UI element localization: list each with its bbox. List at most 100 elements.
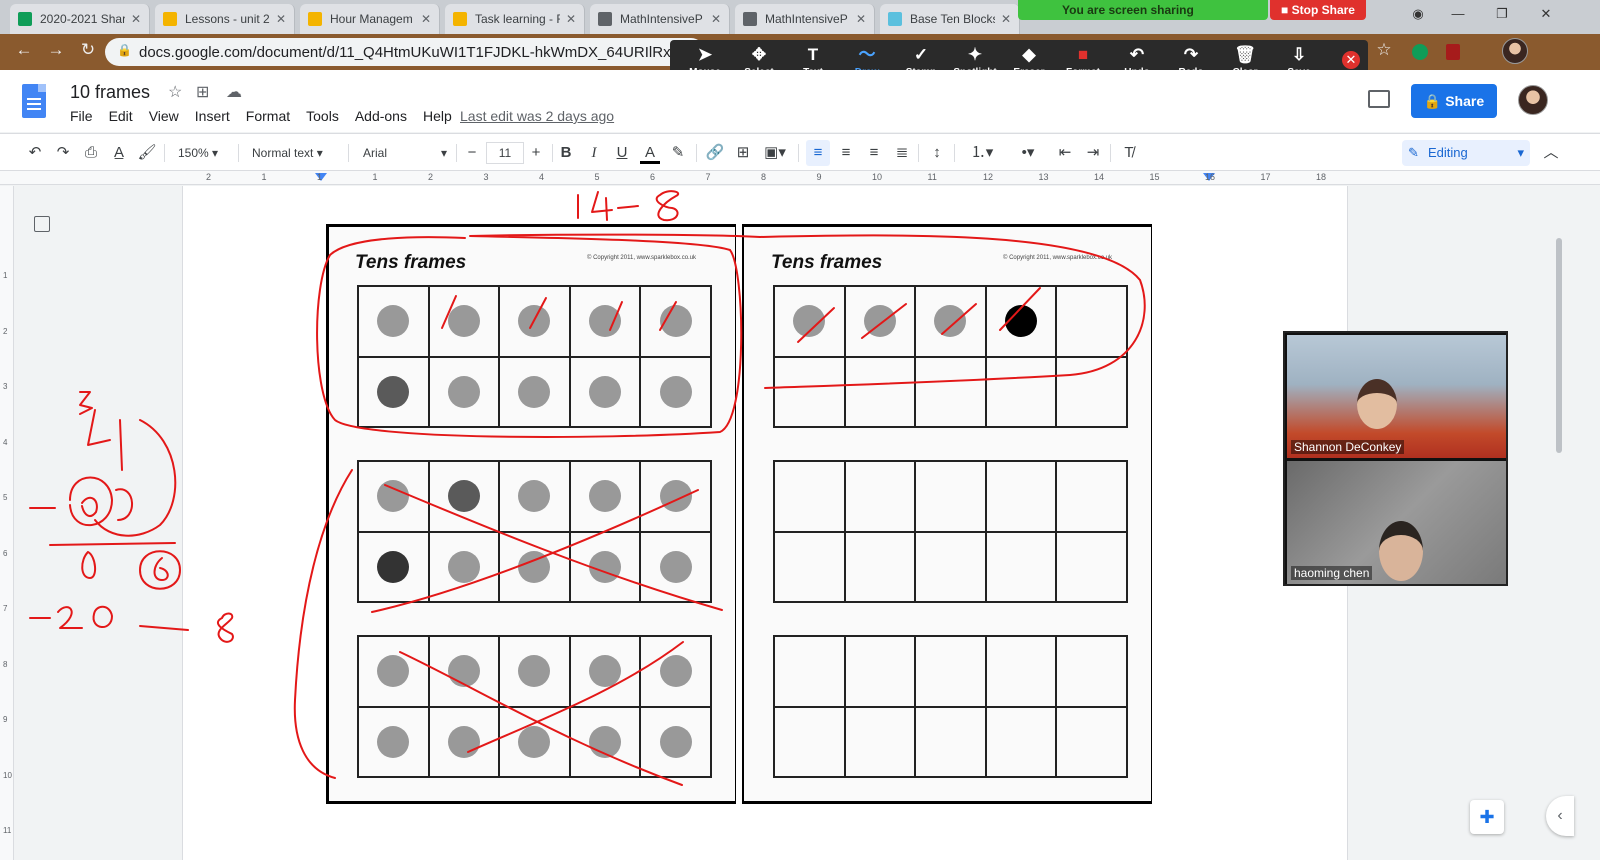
back-icon[interactable]: ←: [12, 40, 36, 64]
clear-formatting-icon[interactable]: T̸: [1118, 142, 1140, 164]
share-button[interactable]: 🔒 Share: [1411, 84, 1497, 118]
profile-dropdown-icon[interactable]: ◉: [1400, 6, 1436, 28]
browser-tab[interactable]: MathIntensiveP ✕: [590, 4, 730, 34]
move-folder-icon[interactable]: ⊞: [196, 82, 209, 102]
align-right-icon[interactable]: ≡: [864, 142, 884, 164]
ublock-icon[interactable]: [1446, 44, 1460, 60]
increase-indent-icon[interactable]: ⇥: [1082, 142, 1104, 164]
tab-close-icon[interactable]: ✕: [1001, 12, 1011, 26]
frame-cell: [915, 461, 986, 532]
tab-close-icon[interactable]: ✕: [421, 12, 431, 26]
close-annotation-icon[interactable]: ✕: [1342, 51, 1360, 69]
browser-tab[interactable]: Task learning - F ✕: [445, 4, 585, 34]
reload-icon[interactable]: ↻: [76, 40, 100, 64]
horizontal-ruler[interactable]: 2 1 1 1 2 3 4 5 6 7 8 9 10 11 12 13 14 15 16 17 18: [0, 171, 1600, 185]
tab-close-icon[interactable]: ✕: [131, 12, 141, 26]
style-select[interactable]: Normal text ▾: [252, 142, 342, 164]
close-window-icon[interactable]: ✕: [1528, 6, 1564, 28]
bulleted-list-icon[interactable]: •▾: [1008, 142, 1048, 164]
menu-tools[interactable]: Tools: [298, 108, 347, 124]
tab-close-icon[interactable]: ✕: [276, 12, 286, 26]
redo-icon[interactable]: ↷: [52, 142, 74, 164]
ten-frame-right-2: [773, 460, 1128, 603]
justify-icon[interactable]: ≣: [892, 142, 912, 164]
underline-button[interactable]: U: [612, 142, 632, 164]
restore-icon[interactable]: ❐: [1484, 6, 1520, 28]
editing-mode-select[interactable]: ✎ Editing ▾: [1402, 140, 1530, 166]
ten-frame-right-3: [773, 635, 1128, 778]
tab-label: Base Ten Blocks: [910, 12, 995, 26]
frame-cell: [1056, 356, 1127, 427]
last-edit-link[interactable]: Last edit was 2 days ago: [460, 108, 614, 124]
numbered-list-icon[interactable]: ⒈▾: [962, 142, 1002, 164]
spellcheck-icon[interactable]: A̲: [108, 142, 130, 164]
counter-dot: [1005, 305, 1038, 338]
browser-tab[interactable]: Hour Managem ✕: [300, 4, 440, 34]
font-select[interactable]: Arial ▾: [363, 142, 453, 164]
menu-format[interactable]: Format: [238, 108, 298, 124]
browser-tab[interactable]: MathIntensiveP ✕: [735, 4, 875, 34]
font-size-input[interactable]: 11: [486, 142, 524, 164]
frame-cell: [569, 636, 641, 707]
star-icon[interactable]: ☆: [168, 82, 182, 102]
print-icon[interactable]: ⎙: [80, 142, 102, 164]
insert-image-icon[interactable]: ▣▾: [760, 142, 790, 164]
browser-tab[interactable]: 2020-2021 Shar ✕: [10, 4, 150, 34]
frame-cell: [1056, 706, 1127, 777]
align-center-icon[interactable]: ≡: [836, 142, 856, 164]
line-spacing-icon[interactable]: ↕: [926, 142, 948, 164]
bookmark-star-icon[interactable]: ☆: [1372, 40, 1396, 64]
url-field[interactable]: 🔒 docs.google.com/document/d/11_Q4HtmUKu…: [105, 38, 705, 66]
side-panel-toggle[interactable]: ‹: [1546, 796, 1574, 836]
italic-button[interactable]: I: [584, 142, 604, 164]
document-title[interactable]: 10 frames: [70, 82, 150, 103]
frame-cell: [915, 636, 986, 707]
comment-history-icon[interactable]: [1368, 90, 1390, 108]
bold-button[interactable]: B: [556, 142, 576, 164]
increase-font-size-button[interactable]: +: [526, 142, 546, 164]
browser-profile-avatar[interactable]: [1502, 38, 1528, 64]
menu-view[interactable]: View: [141, 108, 187, 124]
stop-share-button[interactable]: ■ Stop Share: [1270, 0, 1366, 20]
menu-file[interactable]: File: [62, 108, 101, 124]
zoom-select[interactable]: 150% ▾: [178, 142, 232, 164]
undo-icon[interactable]: ↶: [24, 142, 46, 164]
google-docs-logo[interactable]: [22, 84, 46, 118]
decrease-indent-icon[interactable]: ⇤: [1054, 142, 1076, 164]
menu-addons[interactable]: Add-ons: [347, 108, 415, 124]
explore-button[interactable]: ✚: [1470, 800, 1504, 834]
browser-tab[interactable]: Lessons - unit 2 ✕: [155, 4, 295, 34]
scrollbar-thumb[interactable]: [1556, 238, 1562, 453]
forward-icon[interactable]: →: [44, 40, 68, 64]
account-avatar[interactable]: [1518, 85, 1548, 115]
menu-insert[interactable]: Insert: [187, 108, 238, 124]
decrease-font-size-button[interactable]: −: [462, 142, 482, 164]
paint-format-icon[interactable]: 🖌: [136, 142, 158, 164]
browser-tab[interactable]: Base Ten Blocks ✕: [880, 4, 1020, 34]
tab-favicon-icon: [453, 12, 467, 26]
zoom-video-panel[interactable]: Shannon DeConkey haoming chen: [1283, 331, 1508, 586]
cloud-saved-icon[interactable]: ☁: [226, 82, 242, 102]
tab-close-icon[interactable]: ✕: [856, 12, 866, 26]
tab-close-icon[interactable]: ✕: [566, 12, 576, 26]
copyright-left: © Copyright 2011, www.sparklebox.co.uk: [587, 255, 697, 261]
counter-dot: [589, 480, 622, 513]
insert-link-icon[interactable]: 🔗: [704, 142, 726, 164]
participant-name-2: haoming chen: [1291, 566, 1373, 580]
ten-frame-left-2: [357, 460, 712, 603]
insert-comment-icon[interactable]: ⊞: [732, 142, 754, 164]
highlight-icon[interactable]: ✎: [668, 142, 688, 164]
menu-help[interactable]: Help: [415, 108, 460, 124]
collapse-menus-icon[interactable]: ︿: [1540, 142, 1562, 164]
participant-video-1[interactable]: Shannon DeConkey: [1287, 335, 1506, 458]
tab-close-icon[interactable]: ✕: [711, 12, 721, 26]
minimize-icon[interactable]: —: [1440, 6, 1476, 28]
frame-cell: [640, 706, 711, 777]
menu-edit[interactable]: Edit: [101, 108, 141, 124]
participant-video-2[interactable]: haoming chen: [1287, 461, 1506, 584]
text-color-button[interactable]: A: [640, 142, 660, 164]
vertical-ruler[interactable]: 1 2 3 4 5 6 7 8 9 10 11: [0, 186, 14, 860]
extension-icon[interactable]: [1412, 44, 1428, 60]
undo-icon: ↶: [1129, 44, 1145, 64]
document-outline-icon[interactable]: [34, 216, 50, 232]
